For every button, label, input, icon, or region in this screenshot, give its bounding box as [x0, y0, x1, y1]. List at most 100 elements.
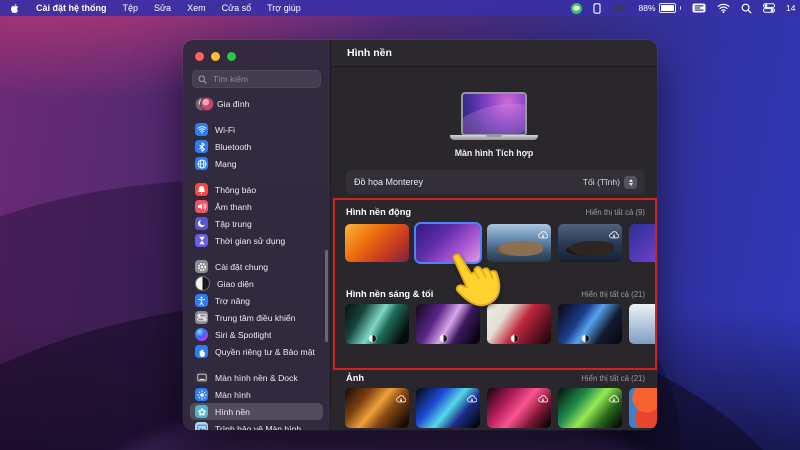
wallpaper-thumbnail[interactable]: [558, 224, 622, 262]
sidebar-item-label: Gia đình: [217, 99, 250, 109]
sidebar-item-cai-dat-chung[interactable]: Cài đặt chung: [190, 258, 323, 275]
sidebar-item-label: Màn hình: [215, 390, 251, 400]
wifi-icon: [195, 123, 208, 136]
island-art: [570, 241, 615, 255]
sidebar-item-label: Hình nền: [215, 407, 250, 417]
hourglass-icon: [195, 234, 208, 247]
sidebar-item-tro-nang[interactable]: Trợ năng: [190, 292, 323, 309]
sidebar-item-thoi-gian-su-dung[interactable]: Thời gian sử dụng: [190, 232, 323, 249]
sidebar-item-label: Cài đặt chung: [215, 262, 268, 272]
sidebar-item-trung-tam-dieu-khien[interactable]: Trung tâm điều khiển: [190, 309, 323, 326]
chat-icon[interactable]: [571, 3, 582, 14]
sidebar-item-man-hinh-nen-dock[interactable]: Màn hình nền & Dock: [190, 369, 323, 386]
battery-icon: [659, 3, 676, 13]
wallpaper-thumbnail[interactable]: [345, 388, 409, 428]
gear-icon: [195, 260, 208, 273]
menu-clock[interactable]: 14: [786, 3, 796, 13]
sidebar-item-trinh-bao-ve-man-hinh[interactable]: Trình bảo vệ Màn hình: [190, 420, 323, 430]
section-title: Hình nền động: [346, 207, 411, 217]
popup-stepper-icon: [624, 176, 637, 189]
sidebar-item-giao-dien[interactable]: Giao diện: [190, 275, 323, 292]
sidebar-item-label: Trình bảo vệ Màn hình: [215, 424, 301, 431]
sidebar-item-bluetooth[interactable]: Bluetooth: [190, 138, 323, 155]
sidebar-item-label: Màn hình nền & Dock: [215, 373, 298, 383]
show-all-link[interactable]: Hiển thị tất cả (21): [581, 374, 645, 383]
apple-logo-icon[interactable]: [10, 3, 20, 14]
sidebar-item-mang[interactable]: Mạng: [190, 155, 323, 172]
sidebar-item-label: Âm thanh: [215, 202, 252, 212]
download-icon: [467, 390, 477, 408]
minimize-button[interactable]: [211, 52, 220, 61]
sidebar-item-man-hinh[interactable]: Màn hình: [190, 386, 323, 403]
photos-wallpapers-row: [345, 388, 657, 428]
menu-sua[interactable]: Sửa: [154, 3, 171, 13]
sidebar-item-am-thanh[interactable]: Âm thanh: [190, 198, 323, 215]
search-field[interactable]: [192, 70, 321, 88]
sidebar-scrollbar[interactable]: [325, 250, 328, 342]
page-title: Hình nền: [347, 47, 392, 59]
menu-cua-so[interactable]: Cửa sổ: [222, 3, 252, 13]
wallpaper-thumbnail[interactable]: [345, 224, 409, 262]
menu-tep[interactable]: Tệp: [123, 3, 139, 13]
sidebar-item-wifi[interactable]: Wi-Fi: [190, 121, 323, 138]
download-icon: [538, 390, 548, 408]
light-dark-badge-icon: [440, 335, 447, 342]
wallpaper-thumbnail[interactable]: [416, 388, 480, 428]
sidebar-item-label: Giao diện: [217, 279, 254, 289]
zoom-button[interactable]: [227, 52, 236, 61]
cloud-icon[interactable]: [612, 3, 627, 13]
control-center-icon[interactable]: [763, 3, 775, 13]
menu-xem[interactable]: Xem: [187, 3, 206, 13]
sidebar-item-label: Thời gian sử dụng: [215, 236, 285, 246]
pointing-hand-cursor: [437, 245, 509, 326]
macbook-preview: [331, 92, 657, 140]
screensaver-icon: [195, 422, 208, 430]
family-avatars-icon: [195, 97, 210, 110]
wallpaper-thumbnail[interactable]: [558, 304, 622, 344]
sidebar-item-label: Wi-Fi: [215, 125, 235, 135]
menu-app-name[interactable]: Cài đặt hệ thống: [36, 3, 107, 13]
menu-bar: Cài đặt hệ thống Tệp Sửa Xem Cửa sổ Trợ …: [0, 0, 800, 16]
show-all-link[interactable]: Hiển thị tất cả (9): [586, 208, 645, 217]
wallpaper-thumbnail[interactable]: [558, 388, 622, 428]
wallpaper-thumbnail[interactable]: [487, 388, 551, 428]
spotlight-search-icon[interactable]: [741, 3, 752, 14]
device-icon[interactable]: [593, 3, 601, 14]
accessibility-icon: [195, 294, 208, 307]
close-button[interactable]: [195, 52, 204, 61]
sidebar-item-thong-bao[interactable]: Thông báo: [190, 181, 323, 198]
sidebar-item-siri-spotlight[interactable]: Siri & Spotlight: [190, 326, 323, 343]
wallpaper-mode-select[interactable]: Tối (Tĩnh): [583, 176, 637, 189]
wallpaper-thumbnail[interactable]: [629, 224, 657, 262]
sidebar-item-quyen-rieng-tu[interactable]: Quyền riêng tư & Bảo mật: [190, 343, 323, 360]
sidebar-item-gia-dinh[interactable]: Gia đình: [190, 95, 323, 112]
sidebar-list: Gia đình Wi-Fi Bluetooth: [183, 88, 330, 430]
bluetooth-icon: [195, 140, 208, 153]
control-center-icon: [195, 311, 208, 324]
sidebar-item-label: Siri & Spotlight: [215, 330, 271, 340]
wallpaper-icon: [195, 405, 208, 418]
wallpaper-thumbnail[interactable]: [629, 304, 657, 344]
current-wallpaper-row: Đồ họa Monterey Tối (Tĩnh): [346, 170, 645, 194]
window-controls: [183, 40, 330, 61]
show-all-link[interactable]: Hiển thị tất cả (21): [581, 290, 645, 299]
wifi-icon[interactable]: [717, 3, 730, 13]
sidebar-item-tap-trung[interactable]: Tập trung: [190, 215, 323, 232]
section-dynamic-header: Hình nền động Hiển thị tất cả (9): [346, 207, 645, 217]
search-input[interactable]: [211, 73, 315, 85]
wallpaper-thumbnail[interactable]: [345, 304, 409, 344]
menu-tro-giup[interactable]: Trợ giúp: [267, 3, 301, 13]
sidebar-item-hinh-nen[interactable]: Hình nền: [190, 403, 323, 420]
sidebar-item-label: Tập trung: [215, 219, 252, 229]
section-photos-header: Ảnh Hiển thị tất cả (21): [346, 373, 645, 383]
sidebar: Gia đình Wi-Fi Bluetooth: [183, 40, 331, 430]
siri-icon: [195, 328, 208, 341]
battery-tip: [680, 6, 682, 10]
battery-indicator[interactable]: 88%: [638, 3, 681, 13]
wallpaper-thumbnail[interactable]: [629, 388, 657, 428]
desktop-dock-icon: [195, 371, 208, 384]
download-icon: [609, 226, 619, 244]
download-icon: [396, 390, 406, 408]
moon-icon: [195, 217, 208, 230]
input-source-icon[interactable]: [692, 3, 706, 13]
